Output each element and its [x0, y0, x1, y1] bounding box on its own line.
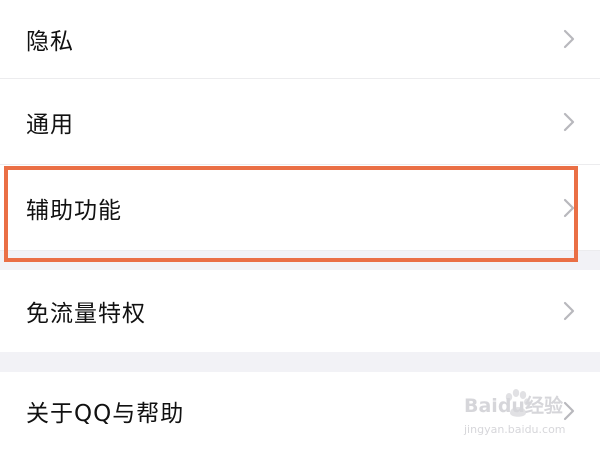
chevron-right-icon — [562, 300, 576, 322]
chevron-right-icon — [562, 197, 576, 219]
settings-item-general[interactable]: 通用 — [0, 79, 600, 164]
settings-item-label: 隐私 — [26, 29, 74, 55]
settings-screen: 隐私 通用 辅助功能 免流量特权 关于QQ与帮助 Baidu经验 jingyan… — [0, 0, 600, 450]
settings-item-privacy[interactable]: 隐私 — [0, 0, 600, 78]
settings-item-accessibility[interactable]: 辅助功能 — [0, 165, 600, 250]
chevron-right-icon — [562, 111, 576, 133]
settings-item-label: 免流量特权 — [26, 301, 146, 327]
settings-item-free-data[interactable]: 免流量特权 — [0, 270, 600, 352]
chevron-right-icon — [562, 400, 576, 422]
settings-item-label: 通用 — [26, 111, 74, 138]
chevron-right-icon — [562, 28, 576, 50]
settings-item-label: 关于QQ与帮助 — [26, 401, 185, 427]
row-divider — [0, 250, 600, 251]
settings-item-label: 辅助功能 — [26, 197, 122, 224]
settings-item-about-help[interactable]: 关于QQ与帮助 — [0, 372, 600, 450]
